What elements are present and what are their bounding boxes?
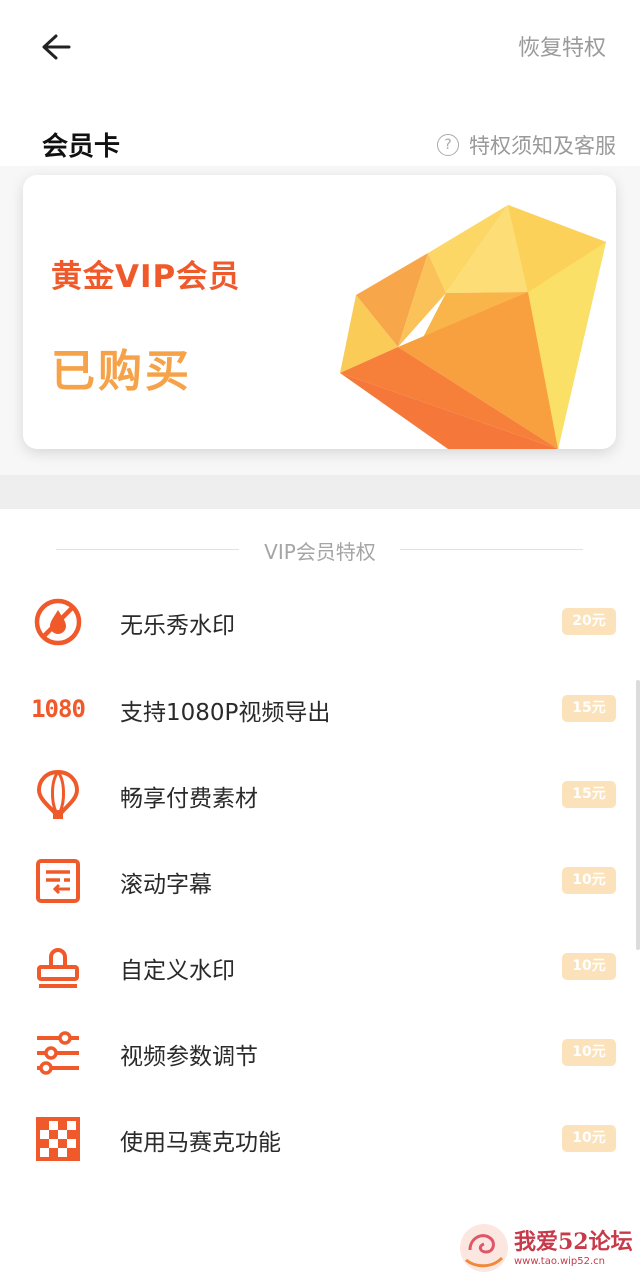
watermark-logo-icon (460, 1224, 508, 1272)
arrow-left-icon (42, 34, 71, 60)
member-card-section: 会员卡 ? 特权须知及客服 黄金VIP会员 已购买 (0, 92, 640, 475)
site-watermark: 我爱52论坛 www.tao.wip52.cn (456, 1218, 640, 1280)
vip-status: 已购买 (51, 346, 192, 397)
back-button[interactable] (30, 22, 82, 72)
price-badge: 10元 (562, 953, 616, 980)
scrollbar[interactable] (636, 680, 640, 950)
privileges-title: VIP会员特权 (264, 540, 376, 564)
privilege-label: 自定义水印 (120, 958, 235, 984)
help-label: 特权须知及客服 (469, 134, 616, 158)
stamp-icon (30, 939, 86, 995)
privilege-item[interactable]: 无乐秀水印 20元 (0, 580, 640, 666)
card-header: 会员卡 ? 特权须知及客服 (0, 92, 640, 166)
price-badge: 10元 (562, 867, 616, 894)
price-badge: 20元 (562, 608, 616, 635)
vip-card[interactable]: 黄金VIP会员 已购买 (23, 175, 616, 449)
sliders-icon (30, 1025, 86, 1081)
restore-privileges-button[interactable]: 恢复特权 (518, 30, 606, 62)
privilege-label: 支持1080P视频导出 (120, 700, 331, 726)
mosaic-icon (30, 1111, 86, 1167)
vip-level-name: 黄金VIP会员 (51, 259, 241, 295)
privilege-item[interactable]: 滚动字幕 10元 (0, 839, 640, 925)
watermark-text: 我爱52论坛 (514, 1229, 633, 1255)
no-watermark-icon (30, 594, 86, 650)
divider-line (400, 549, 583, 550)
price-badge: 15元 (562, 781, 616, 808)
top-bar: 恢复特权 (0, 0, 640, 92)
watermark-url: www.tao.wip52.cn (514, 1256, 606, 1267)
section-divider (0, 475, 640, 509)
subtitle-icon (30, 853, 86, 909)
privilege-item[interactable]: 视频参数调节 10元 (0, 1011, 640, 1097)
question-icon: ? (437, 134, 459, 156)
privilege-label: 使用马赛克功能 (120, 1130, 281, 1156)
help-link[interactable]: ? 特权须知及客服 (437, 130, 616, 160)
privilege-item[interactable]: 畅享付费素材 15元 (0, 753, 640, 839)
price-badge: 10元 (562, 1125, 616, 1152)
price-badge: 15元 (562, 695, 616, 722)
privilege-item[interactable]: 使用马赛克功能 10元 (0, 1097, 640, 1183)
privileges-header: VIP会员特权 (0, 530, 640, 570)
privilege-label: 视频参数调节 (120, 1044, 258, 1070)
price-badge: 10元 (562, 1039, 616, 1066)
privilege-item[interactable]: 1080 支持1080P视频导出 15元 (0, 667, 640, 753)
diamond-icon (340, 205, 606, 449)
1080-icon: 1080 (30, 681, 86, 737)
privilege-item[interactable]: 自定义水印 10元 (0, 925, 640, 1011)
privilege-label: 无乐秀水印 (120, 613, 235, 639)
privilege-label: 滚动字幕 (120, 872, 212, 898)
1080-icon-text: 1080 (31, 695, 86, 723)
privilege-label: 畅享付费素材 (120, 786, 258, 812)
section-title: 会员卡 (42, 132, 121, 162)
balloon-icon (30, 767, 86, 823)
